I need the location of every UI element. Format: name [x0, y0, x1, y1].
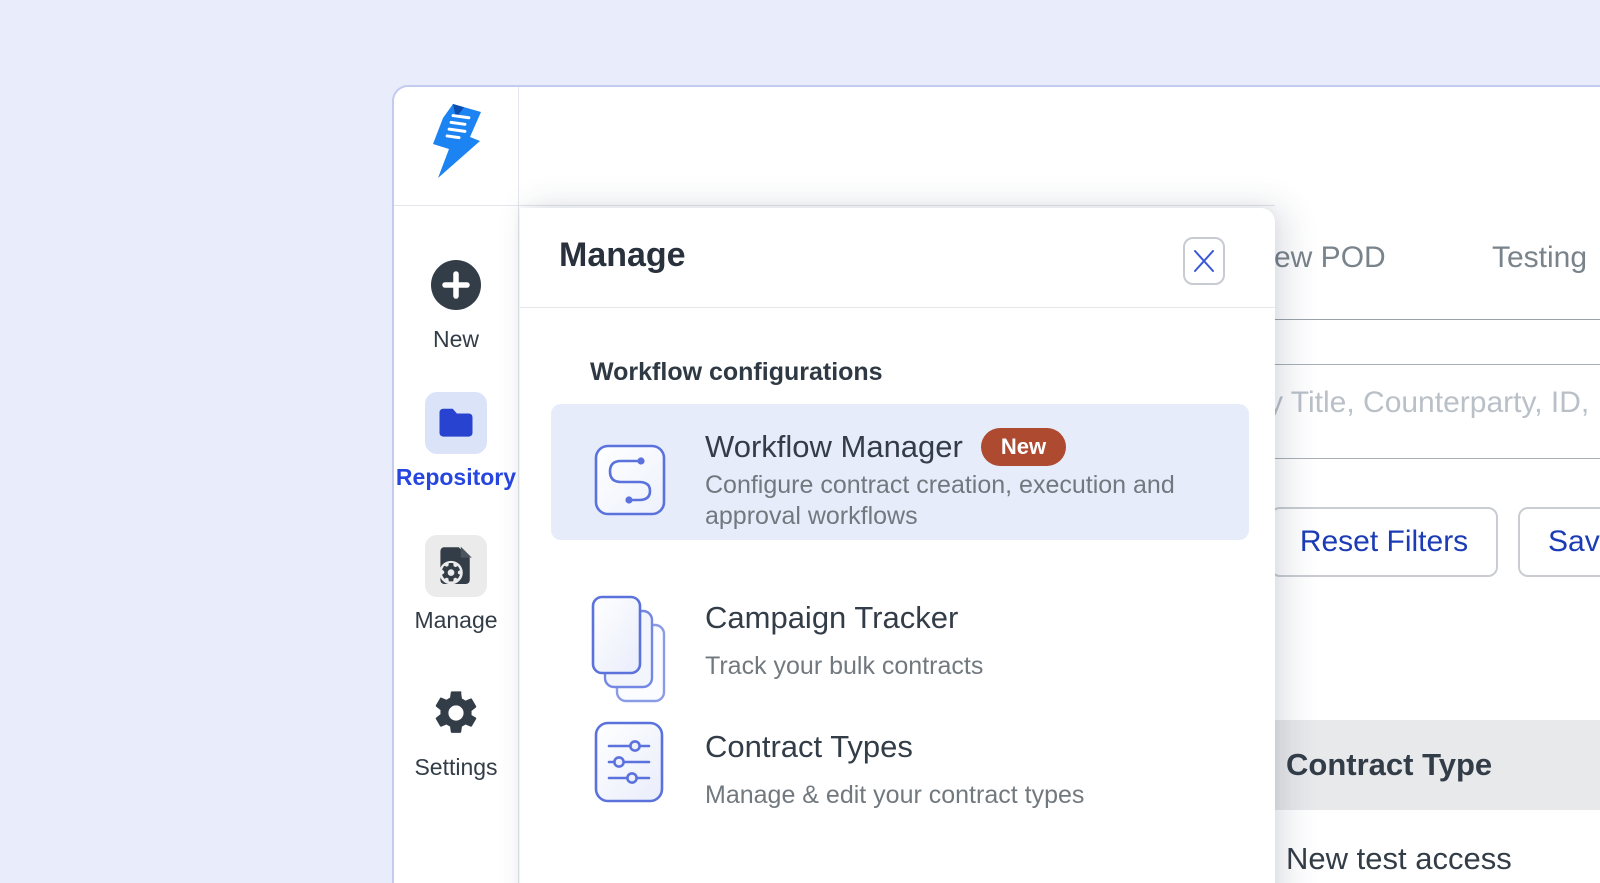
sidebar: New Repository	[394, 87, 518, 883]
screen: ew POD Testing y Title, Counterparty, ID…	[0, 0, 1600, 883]
gear-icon	[425, 682, 487, 744]
new-badge: New	[981, 428, 1066, 466]
tab-new-pod[interactable]: ew POD	[1274, 241, 1386, 275]
header-divider	[394, 205, 1275, 206]
sidebar-item-label: Manage	[414, 607, 497, 634]
search-box-bottom-border	[1252, 458, 1600, 459]
menu-item-description: Track your bulk contracts	[705, 651, 1265, 682]
close-button[interactable]	[1183, 237, 1225, 285]
sidebar-item-label: Repository	[396, 464, 516, 491]
table-row[interactable]: New test access	[1286, 841, 1512, 877]
menu-item-workflow-manager[interactable]: Workflow Manager New Configure contract …	[551, 404, 1249, 540]
menu-item-title: Contract Types	[705, 729, 913, 765]
tabbar-divider	[1252, 319, 1600, 320]
sidebar-item-label: Settings	[414, 754, 497, 781]
reset-filters-button[interactable]: Reset Filters	[1270, 507, 1498, 577]
sidebar-item-new[interactable]: New	[394, 254, 518, 353]
workflow-path-icon	[594, 444, 666, 521]
app-logo-lightning-document-icon[interactable]	[422, 99, 488, 183]
sidebar-divider	[518, 87, 519, 883]
modal-title: Manage	[559, 236, 686, 275]
menu-item-title: Workflow Manager	[705, 429, 963, 465]
sidebar-item-manage[interactable]: Manage	[394, 535, 518, 634]
sidebar-item-settings[interactable]: Settings	[394, 682, 518, 781]
folder-icon	[425, 392, 487, 454]
section-heading-workflow-configurations: Workflow configurations	[590, 358, 883, 387]
repository-page-underlay: ew POD Testing y Title, Counterparty, ID…	[1252, 89, 1600, 883]
menu-item-title: Campaign Tracker	[705, 600, 958, 636]
menu-item-contract-types[interactable]: Contract Types Manage & edit your contra…	[551, 700, 1249, 830]
modal-header: Manage	[520, 208, 1275, 308]
manage-modal: Manage Workflow configurations	[520, 208, 1275, 883]
column-header-contract-type: Contract Type	[1286, 747, 1492, 783]
stacked-cards-icon	[590, 594, 668, 711]
search-box-top-border	[1252, 364, 1600, 365]
sliders-icon	[594, 721, 664, 808]
menu-item-description: Manage & edit your contract types	[705, 780, 1265, 811]
tab-testing[interactable]: Testing	[1492, 241, 1587, 275]
close-icon	[1192, 248, 1216, 274]
menu-item-description: Configure contract creation, execution a…	[705, 470, 1253, 532]
sidebar-item-label: New	[433, 326, 479, 353]
app-window: ew POD Testing y Title, Counterparty, ID…	[392, 85, 1600, 883]
sidebar-item-repository[interactable]: Repository	[394, 392, 518, 491]
plus-circle-icon	[425, 254, 487, 316]
save-button[interactable]: Sav	[1518, 507, 1600, 577]
document-gear-icon	[425, 535, 487, 597]
search-input[interactable]: y Title, Counterparty, ID,	[1268, 386, 1589, 420]
table-header: Contract Type	[1252, 720, 1600, 810]
menu-item-campaign-tracker[interactable]: Campaign Tracker Track your bulk contrac…	[551, 576, 1249, 706]
